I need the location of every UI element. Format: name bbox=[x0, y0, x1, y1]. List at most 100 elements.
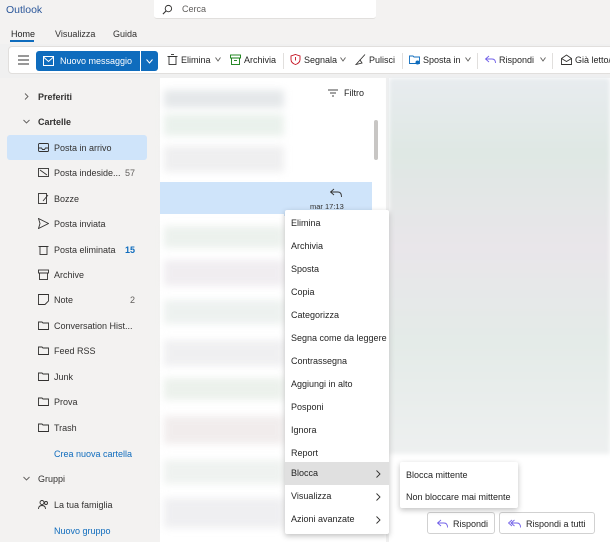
chevron-down-icon bbox=[23, 476, 30, 481]
menu-item-block-sender[interactable]: Blocca mittente bbox=[400, 463, 518, 486]
menu-item-advanced-actions[interactable]: Azioni avanzate bbox=[285, 508, 389, 531]
blurred-message[interactable] bbox=[164, 114, 284, 136]
chevron-down-icon[interactable] bbox=[340, 57, 346, 62]
sidebar-item-label: Bozze bbox=[54, 194, 80, 204]
title-bar: Outlook Cerca bbox=[0, 0, 610, 22]
menu-item-never-block-sender[interactable]: Non bloccare mai mittente bbox=[400, 485, 518, 508]
delete-button[interactable]: Elimina bbox=[181, 55, 211, 65]
blurred-message[interactable] bbox=[164, 340, 284, 366]
menu-item-archive[interactable]: Archivia bbox=[285, 235, 389, 258]
chevron-down-icon[interactable] bbox=[465, 57, 471, 62]
new-message-dropdown[interactable] bbox=[141, 51, 158, 71]
sidebar-item-label: Note bbox=[54, 295, 74, 305]
folder-pane: Preferiti Cartelle Posta in arrivo Posta… bbox=[0, 78, 160, 542]
menu-item-delete[interactable]: Elimina bbox=[285, 212, 389, 235]
tab-home[interactable]: Home bbox=[11, 29, 35, 39]
sidebar-item-trash[interactable]: Trash bbox=[7, 415, 147, 440]
reply-all-button[interactable]: Rispondi a tutti bbox=[499, 512, 595, 534]
mark-read-button[interactable]: Già letto/ bbox=[575, 55, 610, 65]
favorites-header[interactable]: Preferiti bbox=[7, 84, 147, 109]
new-group-link[interactable]: Nuovo gruppo bbox=[54, 526, 111, 536]
sidebar-item-archive[interactable]: Archive bbox=[7, 262, 147, 287]
menu-item-copy[interactable]: Copia bbox=[285, 281, 389, 304]
sidebar-item-label: Posta in arrivo bbox=[54, 143, 112, 153]
blurred-message[interactable] bbox=[164, 416, 284, 444]
sidebar-item-inbox[interactable]: Posta in arrivo bbox=[7, 135, 147, 160]
blurred-message[interactable] bbox=[164, 90, 284, 108]
menu-item-pin[interactable]: Aggiungi in alto bbox=[285, 373, 389, 396]
sidebar-item-sent[interactable]: Posta inviata bbox=[7, 211, 147, 236]
folders-header[interactable]: Cartelle bbox=[7, 109, 147, 134]
scrollbar[interactable] bbox=[374, 120, 378, 160]
folders-label: Cartelle bbox=[38, 117, 72, 127]
menu-item-block[interactable]: Blocca bbox=[285, 462, 389, 485]
blurred-message[interactable] bbox=[164, 378, 284, 400]
chevron-right-icon bbox=[376, 516, 381, 524]
app-title[interactable]: Outlook bbox=[6, 4, 42, 16]
sidebar-item-deleted[interactable]: Posta eliminata 15 bbox=[7, 237, 147, 262]
menu-item-snooze[interactable]: Posponi bbox=[285, 396, 389, 419]
sidebar-item-conversation-history[interactable]: Conversation Hist... bbox=[7, 313, 147, 338]
reply-button[interactable]: Rispondi bbox=[499, 55, 534, 65]
sidebar-item-junk[interactable]: Junk bbox=[7, 364, 147, 389]
move-to-button[interactable]: Sposta in bbox=[423, 55, 461, 65]
chevron-right-icon bbox=[376, 470, 381, 478]
sidebar-item-notes[interactable]: Note 2 bbox=[7, 287, 147, 312]
ribbon-separator bbox=[402, 53, 403, 69]
tab-view[interactable]: Visualizza bbox=[55, 29, 95, 39]
sidebar-item-label: Trash bbox=[54, 423, 77, 433]
sidebar-item-junk-email[interactable]: Posta indeside... 57 bbox=[7, 160, 147, 185]
reply-icon bbox=[330, 188, 342, 198]
sidebar-item-drafts[interactable]: Bozze bbox=[7, 186, 147, 211]
sidebar-item-family-group[interactable]: La tua famiglia bbox=[7, 492, 147, 517]
new-folder-link[interactable]: Crea nuova cartella bbox=[54, 449, 132, 459]
reply-all-label: Rispondi a tutti bbox=[526, 519, 586, 529]
trash-icon bbox=[38, 246, 49, 255]
blurred-message[interactable] bbox=[164, 300, 284, 324]
folder-icon bbox=[38, 372, 49, 381]
sidebar-item-rss-feed[interactable]: Feed RSS bbox=[7, 338, 147, 363]
blurred-message[interactable] bbox=[164, 498, 284, 528]
search-icon bbox=[162, 4, 173, 15]
new-message-label: Nuovo messaggio bbox=[60, 56, 133, 66]
menu-item-label: Sposta bbox=[291, 264, 320, 274]
menu-item-label: Ignora bbox=[291, 425, 317, 435]
new-message-button[interactable]: Nuovo messaggio bbox=[36, 51, 140, 71]
folder-icon bbox=[38, 346, 49, 355]
block-submenu: Blocca mittente Non bloccare mai mittent… bbox=[400, 462, 518, 508]
menu-item-flag[interactable]: Contrassegna bbox=[285, 350, 389, 373]
active-tab-indicator bbox=[10, 40, 34, 42]
blurred-message[interactable] bbox=[164, 226, 284, 248]
filter-label: Filtro bbox=[344, 88, 364, 98]
blurred-message[interactable] bbox=[164, 260, 284, 286]
open-mail-icon bbox=[561, 54, 572, 65]
menu-item-move[interactable]: Sposta bbox=[285, 258, 389, 281]
send-icon bbox=[38, 218, 49, 229]
report-button[interactable]: Segnala bbox=[304, 55, 337, 65]
unread-count: 2 bbox=[129, 295, 135, 305]
tab-help[interactable]: Guida bbox=[113, 29, 137, 39]
menu-item-view[interactable]: Visualizza bbox=[285, 485, 389, 508]
mail-icon bbox=[43, 56, 54, 66]
search-placeholder: Cerca bbox=[182, 4, 207, 14]
sidebar-item-label: Prova bbox=[54, 397, 78, 407]
blurred-message[interactable] bbox=[164, 146, 284, 172]
archive-button[interactable]: Archivia bbox=[244, 55, 276, 65]
groups-header[interactable]: Gruppi bbox=[7, 466, 147, 491]
menu-item-label: Categorizza bbox=[291, 310, 340, 320]
menu-item-categorize[interactable]: Categorizza bbox=[285, 304, 389, 327]
menu-item-mark-unread[interactable]: Segna come da leggere bbox=[285, 327, 389, 350]
sidebar-item-prova[interactable]: Prova bbox=[7, 389, 147, 414]
chevron-down-icon[interactable] bbox=[215, 57, 221, 62]
blurred-message[interactable] bbox=[164, 460, 284, 484]
menu-item-ignore[interactable]: Ignora bbox=[285, 419, 389, 442]
menu-tabs: Home Visualizza Guida bbox=[0, 22, 610, 44]
menu-item-label: Report bbox=[291, 448, 319, 458]
chevron-down-icon[interactable] bbox=[540, 57, 546, 62]
reply-button-reading[interactable]: Rispondi bbox=[427, 512, 495, 534]
ribbon-separator bbox=[552, 53, 553, 69]
search-input[interactable]: Cerca bbox=[154, 0, 376, 19]
hamburger-icon[interactable] bbox=[18, 55, 29, 65]
sidebar-item-label: Posta indeside... bbox=[54, 168, 121, 178]
sweep-button[interactable]: Pulisci bbox=[369, 55, 395, 65]
